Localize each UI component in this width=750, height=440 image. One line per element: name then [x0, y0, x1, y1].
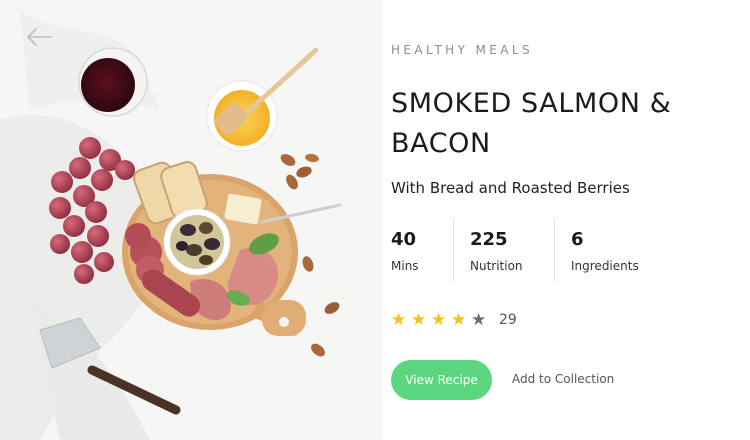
- recipe-category: HEALTHY MEALS: [391, 43, 533, 57]
- food-photo-illustration: [0, 10, 342, 440]
- recipe-stats: 40 Mins 225 Nutrition 6 Ingredients: [391, 219, 674, 281]
- recipe-title: SMOKED SALMON & BACON: [391, 88, 672, 159]
- back-arrow-icon[interactable]: [24, 24, 54, 50]
- stat-ingredients: 6 Ingredients: [554, 219, 674, 281]
- recipe-subtitle: With Bread and Roasted Berries: [391, 179, 630, 197]
- star-icon[interactable]: ★: [431, 310, 451, 330]
- stat-nutrition: 225 Nutrition: [453, 219, 554, 281]
- recipe-card: HEALTHY MEALS SMOKED SALMON & BACON With…: [0, 0, 750, 440]
- stat-time-value: 40: [391, 229, 417, 250]
- rating-count: 29: [499, 312, 517, 328]
- rating: ★ ★ ★ ★ ★ 29: [391, 310, 517, 330]
- stat-time-label: Mins: [391, 259, 419, 273]
- star-icon[interactable]: ★: [411, 310, 431, 330]
- stat-ingredients-value: 6: [571, 229, 584, 250]
- stat-ingredients-label: Ingredients: [571, 259, 639, 273]
- recipe-details: HEALTHY MEALS SMOKED SALMON & BACON With…: [383, 0, 750, 440]
- recipe-photo: [0, 0, 383, 440]
- star-icon[interactable]: ★: [471, 310, 491, 330]
- stat-nutrition-label: Nutrition: [470, 259, 523, 273]
- stat-time: 40 Mins: [391, 219, 453, 281]
- star-icon[interactable]: ★: [451, 310, 471, 330]
- star-icon[interactable]: ★: [391, 310, 411, 330]
- stat-nutrition-value: 225: [470, 229, 508, 250]
- add-to-collection-link[interactable]: Add to Collection: [512, 372, 614, 386]
- view-recipe-button[interactable]: View Recipe: [391, 360, 492, 400]
